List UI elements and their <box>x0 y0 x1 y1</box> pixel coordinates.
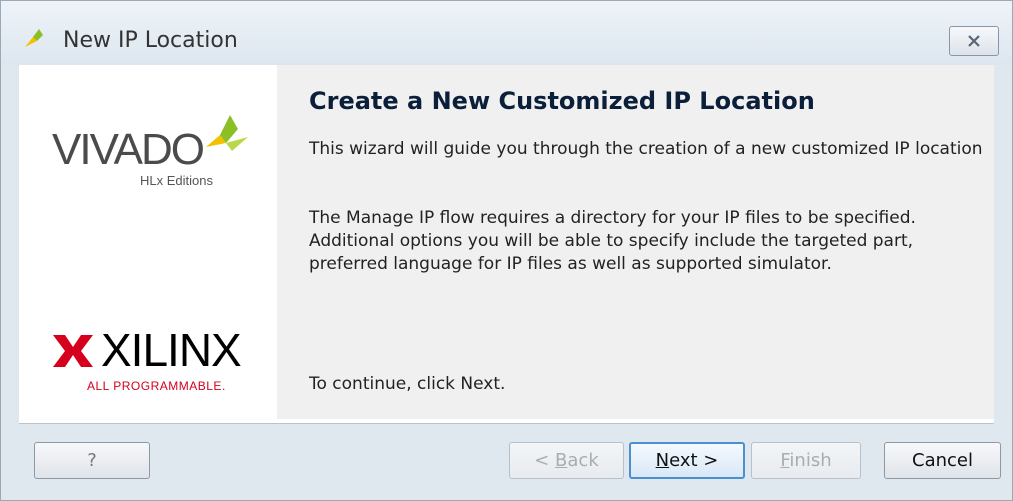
vivado-leaf-icon <box>23 27 47 51</box>
xilinx-logo-text: XILINX <box>101 324 242 376</box>
wizard-content: VIVADO HLx Editions XILINX ALL PROGRAMMA… <box>19 65 994 423</box>
back-button[interactable]: < Back <box>509 442 624 479</box>
wizard-main-panel: Create a New Customized IP Location This… <box>277 65 994 419</box>
title-bar: New IP Location <box>1 1 1012 65</box>
cancel-button[interactable]: Cancel <box>884 442 1001 479</box>
continue-instruction: To continue, click Next. <box>309 374 506 394</box>
intro-paragraph: This wizard will guide you through the c… <box>309 139 983 159</box>
vivado-logo: VIVADO HLx Editions <box>52 107 252 188</box>
xilinx-tagline: ALL PROGRAMMABLE. <box>87 379 226 393</box>
dialog-window: New IP Location VIVADO HLx Editions XILI… <box>0 0 1013 501</box>
vivado-logo-leaf-icon <box>206 115 248 151</box>
xilinx-mark-icon <box>53 335 93 367</box>
vivado-logo-subtitle: HLx Editions <box>140 173 213 188</box>
vivado-logo-text: VIVADO <box>52 125 205 174</box>
xilinx-logo: XILINX ALL PROGRAMMABLE. <box>51 323 261 403</box>
help-button[interactable]: ? <box>34 442 150 479</box>
close-x-icon <box>968 35 980 47</box>
page-title: Create a New Customized IP Location <box>309 87 815 115</box>
button-bar-separator <box>19 423 994 424</box>
finish-button[interactable]: Finish <box>751 442 861 479</box>
close-button[interactable] <box>949 26 999 56</box>
description-paragraph: The Manage IP flow requires a directory … <box>309 208 916 274</box>
window-title: New IP Location <box>63 28 238 53</box>
wizard-sidebar: VIVADO HLx Editions XILINX ALL PROGRAMMA… <box>19 65 275 419</box>
next-button[interactable]: Next > <box>629 442 745 479</box>
